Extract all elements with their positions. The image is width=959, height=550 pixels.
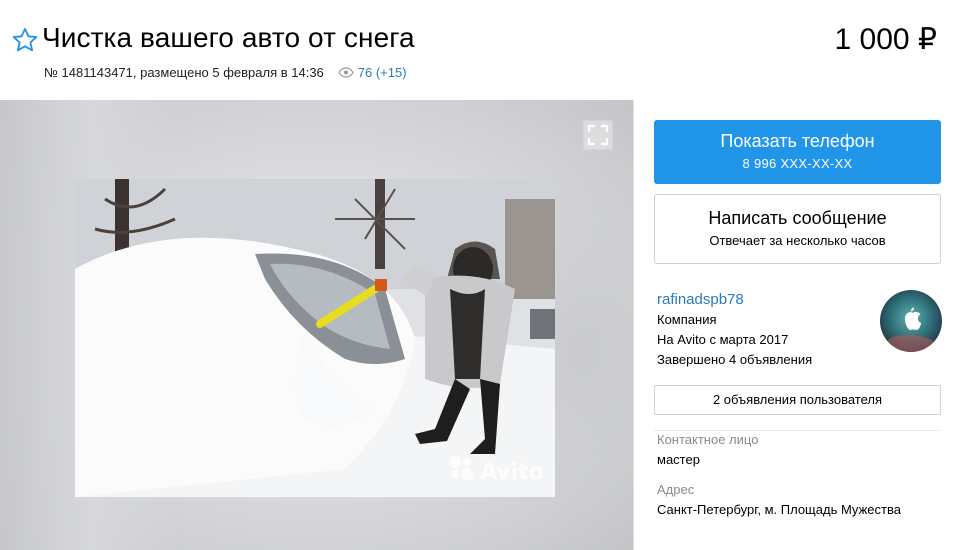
photo-gallery[interactable]: Avito	[0, 100, 633, 550]
views-counter[interactable]: 76 (+15)	[338, 65, 407, 80]
address-label: Адрес	[657, 482, 695, 497]
listing-header: Чистка вашего авто от снега 1 000 ₽ № 14…	[0, 0, 959, 100]
listing-number-date: № 1481143471, размещено 5 февраля в 14:3…	[44, 65, 324, 80]
contact-value: мастер	[657, 452, 700, 467]
user-ads-button[interactable]: 2 объявления пользователя	[654, 385, 941, 415]
contact-label: Контактное лицо	[657, 432, 759, 447]
response-time: Отвечает за несколько часов	[709, 233, 886, 248]
show-phone-label: Показать телефон	[720, 131, 875, 151]
fullscreen-icon[interactable]	[583, 120, 613, 150]
snow-car-photo	[75, 179, 555, 497]
phone-number-masked: 8 996 XXX-XX-XX	[742, 156, 853, 171]
divider	[654, 430, 941, 431]
seller-sidebar: Показать телефон 8 996 XXX-XX-XX Написат…	[633, 100, 959, 550]
write-message-label: Написать сообщение	[708, 208, 887, 228]
watermark-text: Avito	[480, 460, 544, 485]
apple-icon	[880, 290, 942, 352]
photo-watermark: Avito	[480, 460, 544, 485]
page-title: Чистка вашего авто от снега	[42, 22, 415, 53]
main-photo[interactable]: Avito	[75, 179, 555, 497]
write-message-button[interactable]: Написать сообщение Отвечает за несколько…	[654, 194, 941, 264]
seller-since: На Avito с марта 2017	[657, 332, 789, 347]
star-outline-icon[interactable]	[11, 26, 39, 54]
eye-icon	[338, 67, 354, 78]
avatar[interactable]	[880, 290, 942, 352]
seller-completed: Завершено 4 объявления	[657, 352, 813, 367]
address-value[interactable]: Санкт-Петербург, м. Площадь Мужества	[657, 502, 901, 517]
views-count: 76 (+15)	[357, 65, 407, 80]
listing-meta: № 1481143471, размещено 5 февраля в 14:3…	[44, 65, 407, 80]
show-phone-button[interactable]: Показать телефон 8 996 XXX-XX-XX	[654, 120, 941, 184]
seller-name-link[interactable]: rafinadspb78	[657, 290, 877, 310]
seller-info: rafinadspb78 Компания На Avito с марта 2…	[657, 290, 877, 370]
price: 1 000 ₽	[834, 23, 938, 56]
seller-type: Компания	[657, 312, 717, 327]
